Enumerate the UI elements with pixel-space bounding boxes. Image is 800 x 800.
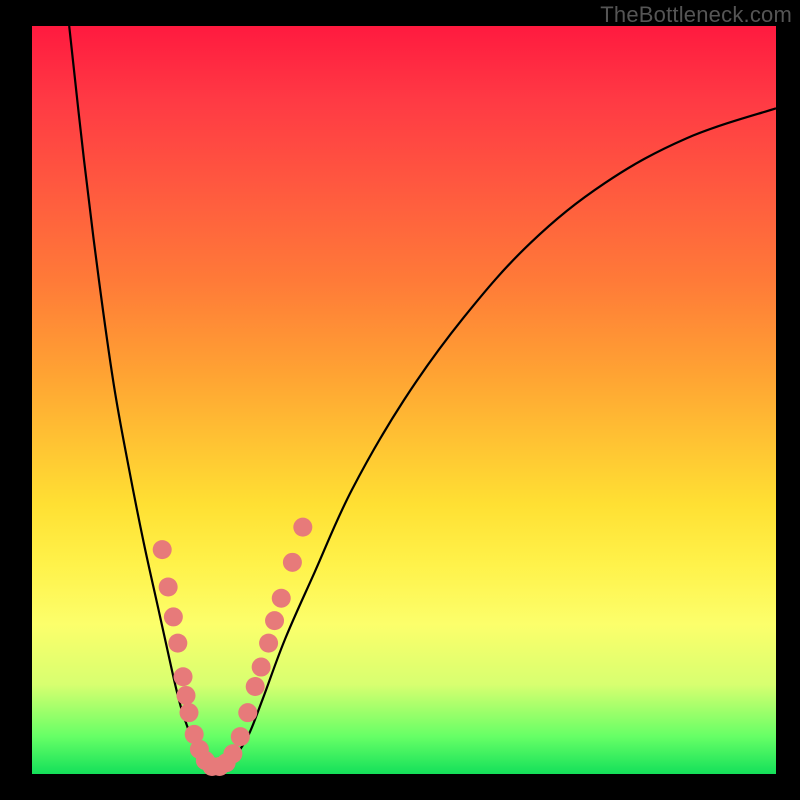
- data-marker: [159, 578, 178, 597]
- bottleneck-curve: [69, 26, 776, 767]
- data-marker: [153, 540, 172, 559]
- curve-layer: [32, 26, 776, 774]
- data-marker: [252, 658, 271, 677]
- data-marker: [246, 677, 265, 696]
- data-marker: [177, 686, 196, 705]
- data-marker: [238, 703, 257, 722]
- plot-area: [32, 26, 776, 774]
- data-marker: [293, 518, 312, 537]
- data-marker: [179, 703, 198, 722]
- data-marker: [231, 727, 250, 746]
- watermark-text: TheBottleneck.com: [600, 2, 792, 28]
- data-marker: [265, 611, 284, 630]
- data-marker: [168, 634, 187, 653]
- data-marker: [259, 634, 278, 653]
- data-markers: [153, 518, 313, 776]
- chart-frame: TheBottleneck.com: [0, 0, 800, 800]
- data-marker: [272, 589, 291, 608]
- data-marker: [223, 744, 242, 763]
- data-marker: [283, 553, 302, 572]
- data-marker: [174, 667, 193, 686]
- data-marker: [164, 607, 183, 626]
